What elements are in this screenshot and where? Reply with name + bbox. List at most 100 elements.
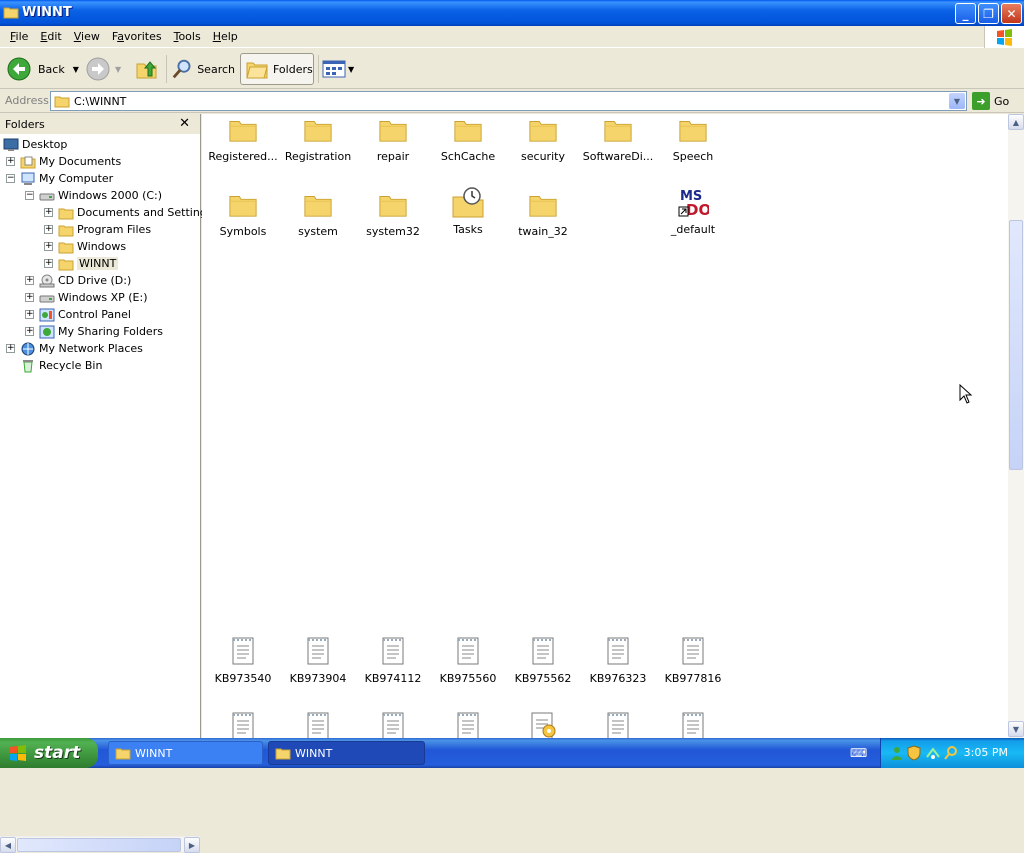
taskbar-button-winnt-2[interactable]: WINNT — [268, 741, 425, 765]
expand-icon[interactable]: + — [25, 293, 34, 302]
network-connection-icon[interactable] — [925, 745, 941, 761]
file-item-kb975562[interactable]: KB975562 — [507, 636, 579, 685]
menu-view[interactable]: View — [68, 27, 106, 47]
expand-icon[interactable]: + — [25, 327, 34, 336]
folder-item-softwaredistribution[interactable]: SoftwareDi... — [582, 114, 654, 163]
restore-button[interactable]: ❐ — [978, 3, 999, 24]
tree-item-label: My Documents — [39, 155, 122, 168]
tree-item-program-files[interactable]: + Program Files — [44, 221, 151, 238]
folders-horizontal-scrollbar[interactable]: ◀ ▶ — [0, 836, 200, 853]
scroll-thumb[interactable] — [17, 838, 181, 852]
back-button[interactable]: Back ▼ — [6, 53, 80, 85]
folder-item-system[interactable]: system — [282, 189, 354, 238]
folder-item-system32[interactable]: system32 — [357, 189, 429, 238]
folder-item-schcache[interactable]: SchCache — [432, 114, 504, 163]
expand-icon[interactable]: + — [6, 344, 15, 353]
minimize-button[interactable]: _ — [955, 3, 976, 24]
folder-item-repair[interactable]: repair — [357, 114, 429, 163]
tree-item-my-network-places[interactable]: + My Network Places — [6, 340, 143, 357]
menu-file[interactable]: File — [4, 27, 34, 47]
forward-dropdown-icon[interactable]: ▼ — [115, 65, 121, 74]
clock[interactable]: 3:05 PM — [964, 746, 1008, 759]
folder-open-icon — [58, 259, 74, 270]
collapse-icon[interactable]: − — [25, 191, 34, 200]
file-item-partial[interactable] — [432, 711, 504, 738]
folder-item-twain-32[interactable]: twain_32 — [507, 189, 579, 238]
keyboard-icon[interactable]: ⌨ — [850, 746, 867, 760]
address-input[interactable]: C:\WINNT ▼ — [50, 91, 967, 111]
address-dropdown-button[interactable]: ▼ — [949, 93, 965, 109]
file-item-partial[interactable] — [657, 711, 729, 738]
expand-icon[interactable]: + — [44, 225, 53, 234]
expand-icon[interactable]: + — [25, 310, 34, 319]
item-label: KB973904 — [289, 672, 347, 685]
file-item-default[interactable]: MSDOS _default — [657, 186, 729, 236]
folder-item-symbols[interactable]: Symbols — [207, 189, 279, 238]
start-label: start — [34, 743, 81, 763]
go-button[interactable]: ➜ Go — [972, 92, 1009, 110]
tree-item-documents-and-settings[interactable]: + Documents and Settings — [44, 204, 213, 221]
content-vertical-scrollbar[interactable]: ▲ ▼ — [1008, 114, 1024, 738]
menu-tools[interactable]: Tools — [168, 27, 207, 47]
tree-item-cd-drive-d[interactable]: + CD Drive (D:) — [25, 272, 131, 289]
expand-icon[interactable]: + — [44, 242, 53, 251]
tree-item-windows-2000-c[interactable]: − Windows 2000 (C:) — [25, 187, 162, 204]
expand-icon[interactable]: + — [44, 208, 53, 217]
search-icon[interactable] — [943, 745, 959, 761]
search-button[interactable]: Search — [171, 53, 235, 85]
tree-item-winnt[interactable]: + WINNT — [44, 255, 119, 272]
menu-edit[interactable]: Edit — [34, 27, 67, 47]
tree-item-my-computer[interactable]: − My Computer — [6, 170, 113, 187]
up-button[interactable] — [134, 53, 162, 85]
item-label: SchCache — [440, 150, 496, 163]
back-dropdown-icon[interactable]: ▼ — [73, 65, 79, 74]
file-item-kb975560[interactable]: KB975560 — [432, 636, 504, 685]
collapse-icon[interactable]: − — [6, 174, 15, 183]
start-button[interactable]: start — [0, 738, 98, 768]
tree-item-windows[interactable]: + Windows — [44, 238, 126, 255]
scroll-right-button[interactable]: ▶ — [184, 837, 200, 853]
folder-item-registered[interactable]: Registered... — [207, 114, 279, 163]
taskbar-button-winnt-1[interactable]: WINNT — [108, 741, 263, 765]
folders-button[interactable]: Folders — [240, 53, 314, 85]
scroll-down-button[interactable]: ▼ — [1008, 721, 1024, 737]
tree-item-windows-xp-e[interactable]: + Windows XP (E:) — [25, 289, 148, 306]
folder-item-registration[interactable]: Registration — [282, 114, 354, 163]
file-item-partial[interactable] — [282, 711, 354, 738]
close-folders-pane-button[interactable]: ✕ — [179, 116, 190, 131]
security-shield-icon[interactable] — [907, 745, 921, 761]
file-item-partial[interactable] — [207, 711, 279, 738]
tree-item-my-documents[interactable]: + My Documents — [6, 153, 121, 170]
file-item-kb974112[interactable]: KB974112 — [357, 636, 429, 685]
expand-icon[interactable]: + — [44, 259, 53, 268]
windows-logo — [984, 26, 1024, 48]
tree-item-label: My Sharing Folders — [58, 325, 163, 338]
file-item-kb976323[interactable]: KB976323 — [582, 636, 654, 685]
tree-item-my-sharing-folders[interactable]: + My Sharing Folders — [25, 323, 163, 340]
tree-item-desktop[interactable]: Desktop — [3, 136, 67, 153]
file-item-kb973540[interactable]: KB973540 — [207, 636, 279, 685]
tree-item-control-panel[interactable]: + Control Panel — [25, 306, 131, 323]
expand-icon[interactable]: + — [25, 276, 34, 285]
scroll-left-button[interactable]: ◀ — [0, 837, 16, 853]
folder-icon — [275, 748, 291, 760]
folder-item-tasks[interactable]: Tasks — [432, 186, 504, 236]
messenger-icon[interactable] — [889, 745, 905, 761]
folder-item-security[interactable]: security — [507, 114, 579, 163]
folder-item-speech[interactable]: Speech — [657, 114, 729, 163]
scroll-thumb[interactable] — [1009, 220, 1023, 470]
scroll-up-button[interactable]: ▲ — [1008, 114, 1024, 130]
tree-item-recycle-bin[interactable]: Recycle Bin — [6, 357, 102, 374]
file-item-partial[interactable] — [582, 711, 654, 738]
svg-text:DOS: DOS — [686, 201, 709, 219]
forward-button[interactable]: ▼ — [85, 53, 125, 85]
expand-icon[interactable]: + — [6, 157, 15, 166]
file-item-partial[interactable] — [507, 711, 579, 738]
file-item-partial[interactable] — [357, 711, 429, 738]
views-button[interactable]: ▼ — [322, 53, 358, 85]
menu-favorites[interactable]: Favorites — [106, 27, 168, 47]
close-button[interactable]: ✕ — [1001, 3, 1022, 24]
file-item-kb977816[interactable]: KB977816 — [657, 636, 729, 685]
menu-help[interactable]: Help — [207, 27, 244, 47]
file-item-kb973904[interactable]: KB973904 — [282, 636, 354, 685]
